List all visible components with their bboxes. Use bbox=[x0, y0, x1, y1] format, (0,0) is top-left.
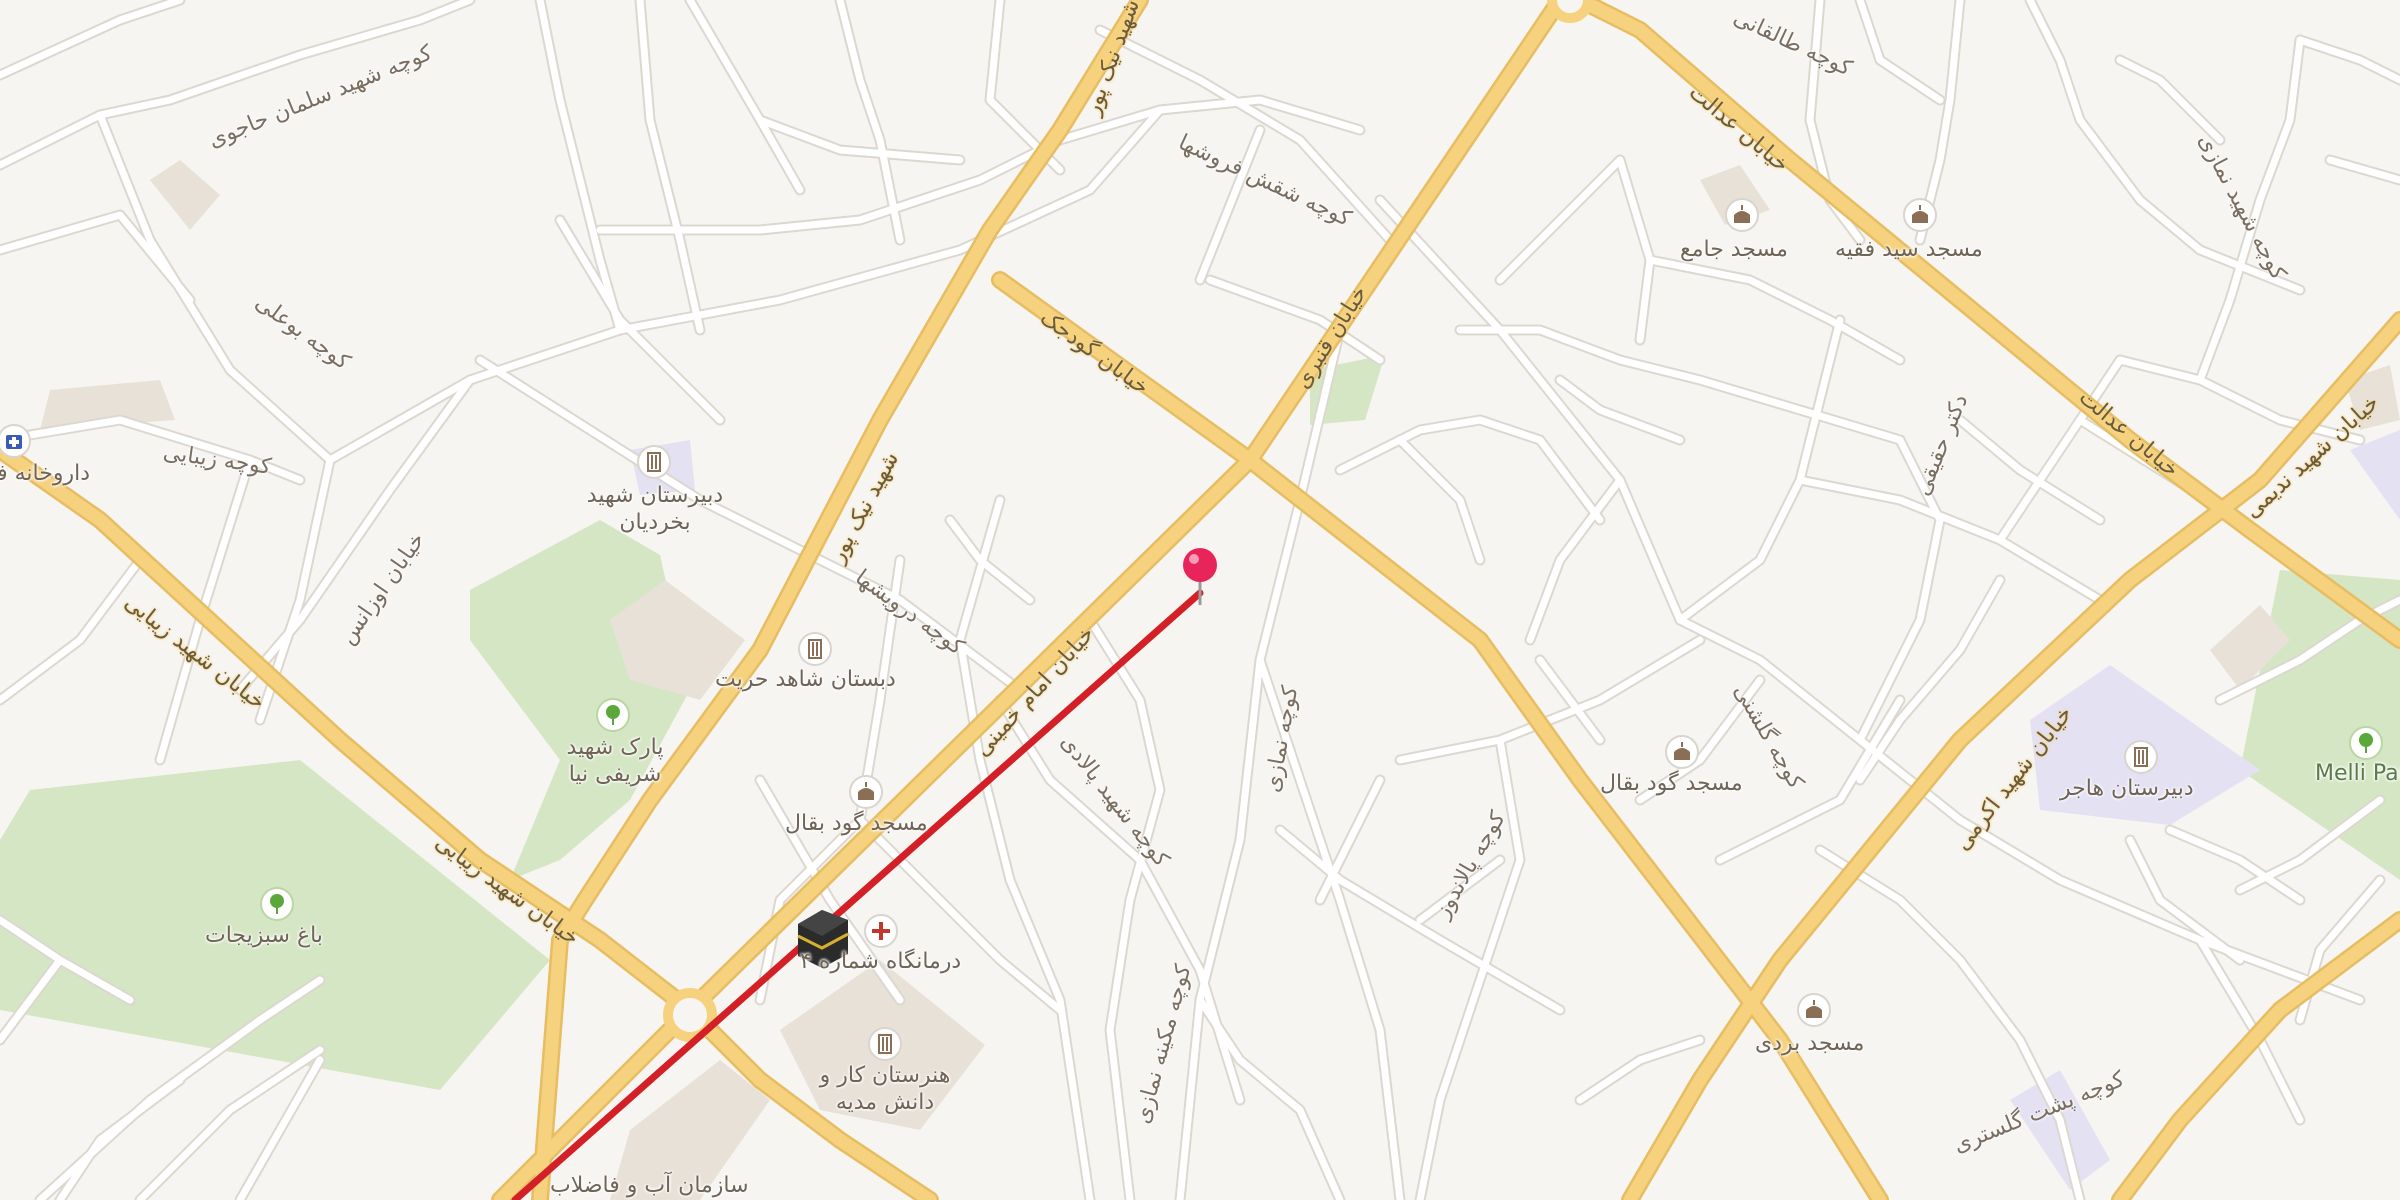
poi-label: مسجد گود بقال bbox=[1600, 771, 1743, 796]
poi-label: مسجد گود بقال bbox=[785, 811, 928, 836]
poi-label: مسجد سید فقیه bbox=[1835, 237, 1983, 262]
mosque-icon[interactable] bbox=[1797, 993, 1831, 1027]
poi-label: داروخانه فارابی bbox=[0, 461, 90, 486]
school-icon[interactable] bbox=[2124, 740, 2158, 774]
poi-label: دبیرستان هاجر bbox=[2060, 776, 2194, 801]
poi-label: هنرستان کار و دانش مدیه bbox=[819, 1063, 951, 1115]
tree-icon[interactable] bbox=[596, 698, 630, 732]
tree-icon[interactable] bbox=[260, 887, 294, 921]
poi-label: درمانگاه شماره ۴ bbox=[800, 949, 962, 974]
school-icon[interactable] bbox=[798, 632, 832, 666]
mosque-icon[interactable] bbox=[1725, 198, 1759, 232]
roundabout bbox=[1547, 0, 1593, 23]
poi-label: مسجد بردی bbox=[1755, 1031, 1865, 1056]
poi-label: مسجد جامع bbox=[1680, 237, 1788, 262]
mosque-icon[interactable] bbox=[1903, 198, 1937, 232]
mosque-icon[interactable] bbox=[1665, 735, 1699, 769]
mosque-icon[interactable] bbox=[849, 775, 883, 809]
poi-label: پارک شهید شریفی نیا bbox=[566, 735, 664, 787]
poi-label: Melli Park bbox=[2315, 761, 2400, 786]
tree-icon[interactable] bbox=[2349, 726, 2383, 760]
poi-label: سازمان آب و فاضلاب bbox=[550, 1173, 749, 1198]
poi-label: باغ سبزیجات bbox=[205, 923, 323, 948]
poi-label: دبیرستان شهید بخردیان bbox=[586, 483, 724, 535]
school-icon[interactable] bbox=[868, 1027, 902, 1061]
poi-label: دبستان شاهد حریت bbox=[715, 667, 896, 692]
school-icon[interactable] bbox=[637, 445, 671, 479]
park-area bbox=[470, 520, 690, 880]
hospital-icon[interactable] bbox=[864, 914, 898, 948]
destination-pin[interactable] bbox=[1183, 548, 1217, 605]
